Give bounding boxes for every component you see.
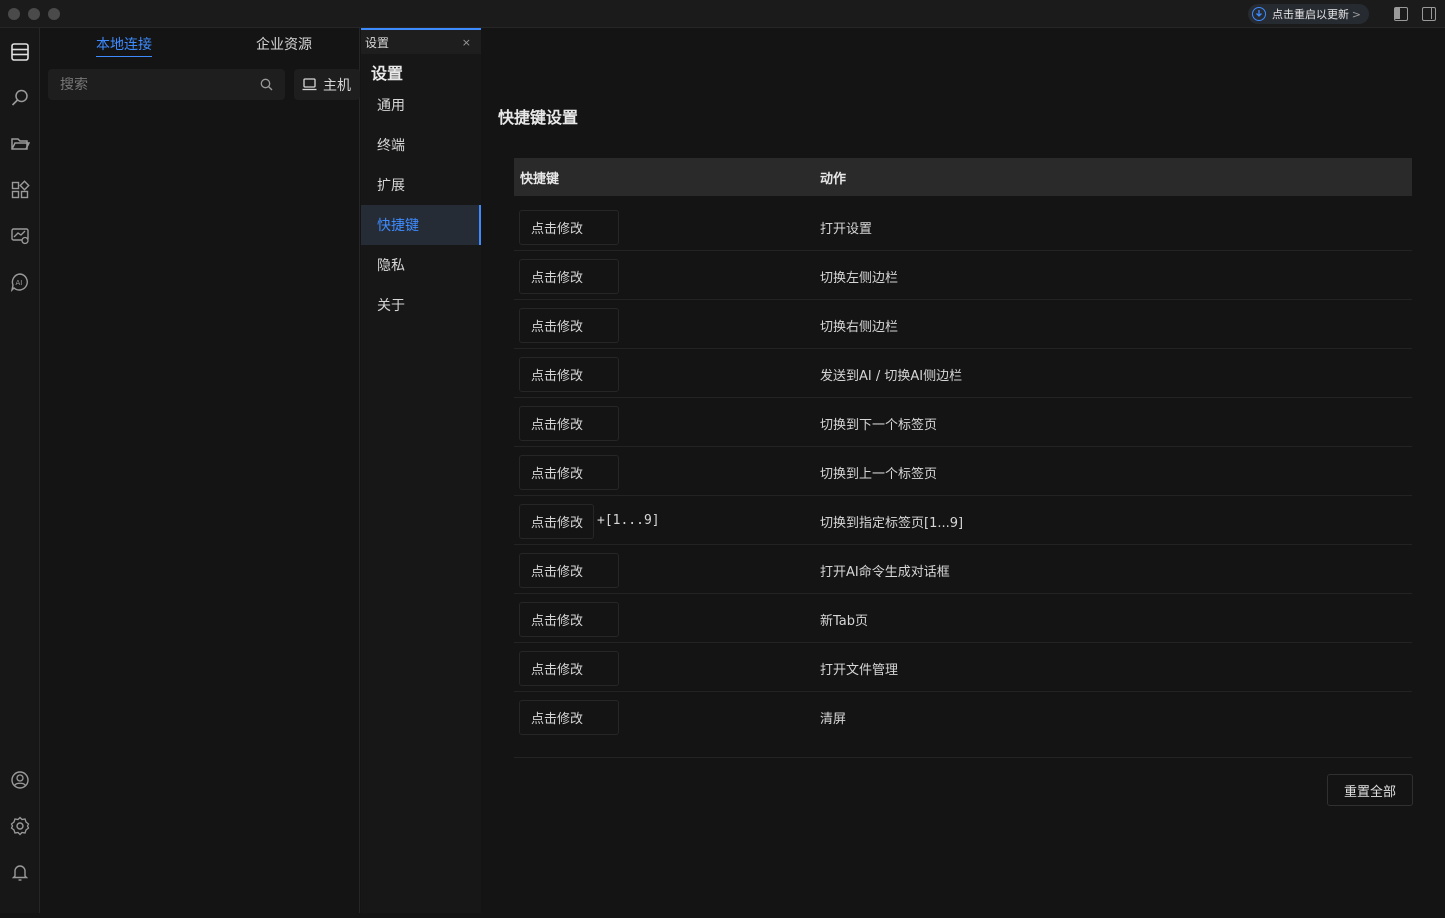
laptop-icon <box>302 78 317 91</box>
table-row: 点击修改 +[1...9] 切换到指定标签页[1...9] <box>514 496 1412 545</box>
shortcut-action: 切换左侧边栏 <box>820 271 899 286</box>
settings-nav-shortcuts[interactable]: 快捷键 <box>361 205 481 245</box>
shortcut-action: 打开文件管理 <box>820 663 899 678</box>
title-bar: 点击重启以更新 > <box>0 0 1445 28</box>
tab-local-connections[interactable]: 本地连接 <box>96 34 152 57</box>
reset-all-button[interactable]: 重置全部 <box>1327 774 1413 806</box>
table-row: 点击修改 清屏 <box>514 692 1412 758</box>
settings-nav-privacy[interactable]: 隐私 <box>361 245 481 285</box>
toggle-right-sidebar-icon[interactable] <box>1422 7 1436 21</box>
bottom-edge <box>0 913 1445 918</box>
search-input[interactable] <box>60 76 260 93</box>
maximize-window-button[interactable] <box>48 8 60 20</box>
shortcut-action: 切换到指定标签页[1...9] <box>820 516 964 531</box>
page-title: 快捷键设置 <box>498 108 579 127</box>
table-row: 点击修改 发送到AI / 切换AI侧边栏 <box>514 349 1412 398</box>
shortcut-action: 切换到下一个标签页 <box>820 418 938 433</box>
tab-settings-label: 设置 <box>365 35 390 50</box>
table-row: 点击修改 打开设置 <box>514 202 1412 251</box>
column-header-action: 动作 <box>820 171 847 187</box>
shortcut-settings-content: 快捷键设置 快捷键 动作 点击修改 打开设置 点击修改 切换左侧边栏 点击修改 … <box>481 54 1445 913</box>
minimize-window-button[interactable] <box>28 8 40 20</box>
shortcut-edit-button[interactable]: 点击修改 <box>519 210 619 245</box>
shortcut-key-suffix: +[1...9] <box>597 513 660 528</box>
update-label: 点击重启以更新 <box>1272 8 1349 21</box>
table-header: 快捷键 动作 <box>514 158 1412 196</box>
table-row: 点击修改 打开文件管理 <box>514 643 1412 692</box>
settings-nav-about[interactable]: 关于 <box>361 285 481 325</box>
apps-icon[interactable] <box>10 180 30 200</box>
shortcut-edit-button[interactable]: 点击修改 <box>519 553 619 588</box>
bell-icon[interactable] <box>10 862 30 882</box>
chevron-right-icon: > <box>1351 7 1361 21</box>
table-row: 点击修改 切换到下一个标签页 <box>514 398 1412 447</box>
connections-panel: 本地连接 企业资源 主机 <box>40 28 360 913</box>
server-list-icon[interactable] <box>10 42 30 62</box>
shortcut-edit-button[interactable]: 点击修改 <box>519 504 594 539</box>
host-button-label: 主机 <box>323 77 351 94</box>
download-icon <box>1252 7 1266 21</box>
shortcut-action: 清屏 <box>820 712 847 727</box>
toggle-left-sidebar-icon[interactable] <box>1394 7 1408 21</box>
shortcut-action: 打开设置 <box>820 222 873 237</box>
table-row: 点击修改 新Tab页 <box>514 594 1412 643</box>
table-row: 点击修改 切换到上一个标签页 <box>514 447 1412 496</box>
shortcut-edit-button[interactable]: 点击修改 <box>519 651 619 686</box>
activity-rail: AI <box>0 28 40 913</box>
shortcut-edit-button[interactable]: 点击修改 <box>519 700 619 735</box>
folder-icon[interactable] <box>10 134 30 154</box>
shortcut-action: 切换到上一个标签页 <box>820 467 938 482</box>
search-icon[interactable] <box>260 78 273 91</box>
search-box <box>48 69 285 100</box>
table-row: 点击修改 切换右侧边栏 <box>514 300 1412 349</box>
table-row: 点击修改 切换左侧边栏 <box>514 251 1412 300</box>
shortcut-action: 发送到AI / 切换AI侧边栏 <box>820 369 963 384</box>
monitor-icon[interactable] <box>10 226 30 246</box>
tab-enterprise-resources[interactable]: 企业资源 <box>256 34 312 56</box>
table-row: 点击修改 打开AI命令生成对话框 <box>514 545 1412 594</box>
gear-icon[interactable] <box>10 816 30 836</box>
column-header-key: 快捷键 <box>520 171 560 187</box>
settings-nav-general[interactable]: 通用 <box>361 85 481 125</box>
settings-nav-extensions[interactable]: 扩展 <box>361 165 481 205</box>
svg-text:AI: AI <box>16 279 23 287</box>
shortcut-edit-button[interactable]: 点击修改 <box>519 308 619 343</box>
settings-nav-terminal[interactable]: 终端 <box>361 125 481 165</box>
shortcut-edit-button[interactable]: 点击修改 <box>519 602 619 637</box>
shortcut-action: 打开AI命令生成对话框 <box>820 565 950 580</box>
shortcut-edit-button[interactable]: 点击修改 <box>519 455 619 490</box>
close-icon[interactable]: × <box>462 36 471 49</box>
settings-nav-title: 设置 <box>371 64 404 83</box>
shortcut-action: 新Tab页 <box>820 614 869 629</box>
user-icon[interactable] <box>10 770 30 790</box>
tab-settings[interactable]: 设置 × <box>361 28 481 54</box>
settings-nav: 设置 通用 终端 扩展 快捷键 隐私 关于 <box>361 54 481 913</box>
host-button[interactable]: 主机 <box>294 69 360 100</box>
ai-icon[interactable]: AI <box>10 272 30 292</box>
close-window-button[interactable] <box>8 8 20 20</box>
restart-update-button[interactable]: 点击重启以更新 > <box>1248 4 1369 24</box>
shortcut-edit-button[interactable]: 点击修改 <box>519 357 619 392</box>
shortcut-action: 切换右侧边栏 <box>820 320 899 335</box>
shortcut-edit-button[interactable]: 点击修改 <box>519 259 619 294</box>
shortcut-edit-button[interactable]: 点击修改 <box>519 406 619 441</box>
search-icon[interactable] <box>10 88 30 108</box>
